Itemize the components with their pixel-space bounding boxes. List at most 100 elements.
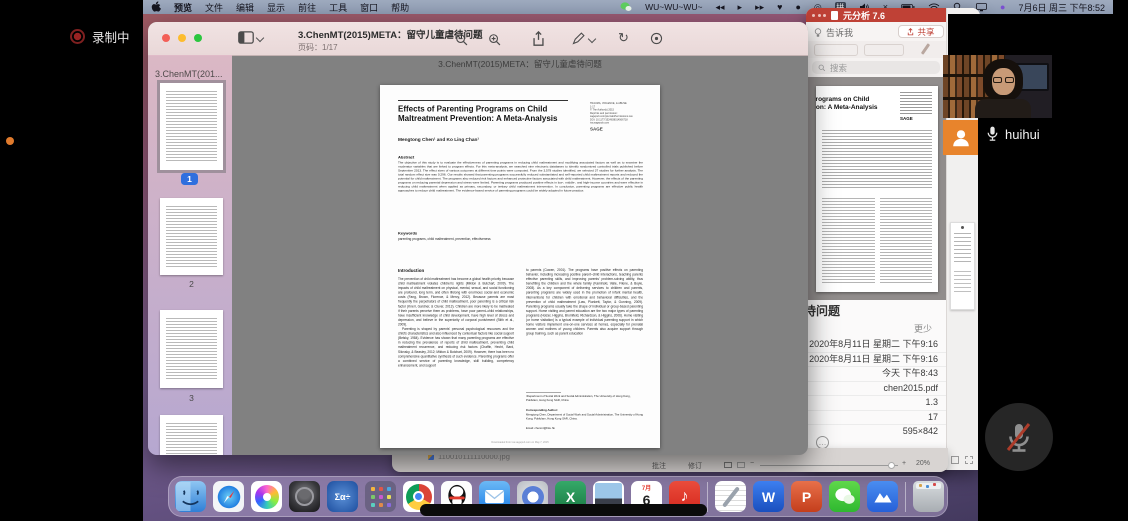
page-number-label: 2 — [160, 279, 223, 289]
dock-launchpad[interactable] — [365, 481, 396, 512]
mini-journal-block — [900, 92, 932, 114]
intro-paragraph-2: Parenting is shaped by parents' personal… — [398, 327, 514, 368]
page-thumbnail-1[interactable] — [160, 83, 223, 170]
lightbulb-icon — [814, 28, 822, 38]
search-icon — [818, 64, 826, 72]
media-play-icon[interactable]: ▸ — [738, 2, 743, 13]
word-window-controls[interactable] — [812, 14, 826, 17]
heart-icon[interactable]: ♥ — [777, 2, 782, 12]
word-tellme-row: 告诉我 共享 — [806, 22, 948, 42]
status-track-changes[interactable]: 修订 — [688, 461, 702, 471]
info-value-modified: 2020年8月11日 星期二 下午9:16 — [808, 352, 946, 367]
menu-go[interactable]: 前往 — [298, 1, 316, 14]
menu-file[interactable]: 文件 — [205, 1, 223, 14]
pane-expand-icon[interactable] — [965, 456, 973, 464]
purple-app-icon[interactable]: ● — [1000, 2, 1005, 12]
dock-divider — [905, 482, 906, 512]
menubar-clock[interactable]: 7月6日 周三 下午8:52 — [1018, 1, 1105, 14]
webcam-video — [943, 55, 1052, 118]
menu-preview[interactable]: 预览 — [174, 1, 192, 14]
dock-textedit[interactable] — [715, 481, 746, 512]
recording-indicator[interactable]: 录制中 — [70, 27, 130, 46]
corresponding-text: Mengtong Chen, Department of Social Work… — [526, 414, 643, 422]
show-less-link[interactable]: 更少 — [806, 322, 940, 335]
highlight-button[interactable] — [650, 32, 663, 45]
zoom-plus[interactable]: + — [902, 460, 906, 467]
tell-me-control[interactable]: 告诉我 — [814, 26, 853, 39]
person-icon — [950, 127, 972, 149]
page-number-label: 3 — [160, 393, 223, 403]
preview-window: 3.ChenMT(2015)META：留守儿童虐待问题 页码：1/17 ↻ — [148, 22, 808, 455]
sidebar-toggle-button[interactable] — [238, 31, 263, 44]
corresponding-heading: Corresponding Author: — [526, 409, 558, 412]
paper-title: Effects of Parenting Programs on Child M… — [398, 105, 583, 124]
zoom-out-button[interactable] — [455, 33, 469, 47]
info-rows: 2020年8月11日 星期二 下午9:16 2020年8月11日 星期二 下午9… — [808, 338, 946, 439]
paper-authors: Mengtong Chen¹ and Ko Ling Chan¹ — [398, 137, 479, 143]
document-icon — [831, 11, 838, 20]
status-circle-icon[interactable]: ● — [795, 2, 800, 12]
dock-safari[interactable] — [213, 481, 244, 512]
minimize-button[interactable] — [178, 34, 186, 42]
dock-divider — [707, 482, 708, 512]
recording-label: 录制中 — [92, 27, 130, 46]
sage-logo: SAGE — [590, 126, 644, 132]
wechat-menubar-icon[interactable] — [620, 2, 632, 12]
mini-column-2 — [880, 198, 932, 284]
menu-edit[interactable]: 编辑 — [236, 1, 254, 14]
page-thumbnail-4[interactable] — [160, 415, 223, 455]
close-button[interactable] — [162, 34, 170, 42]
dock-stats-app[interactable]: Σα÷ — [327, 481, 358, 512]
zoom-percentage: 20% — [916, 460, 930, 467]
rotate-button[interactable]: ↻ — [618, 30, 629, 46]
microphone-muted-button[interactable] — [985, 403, 1053, 471]
keywords-text: parenting programs, child maltreatment, … — [398, 237, 643, 242]
word-search-field[interactable]: 搜索 — [812, 61, 940, 74]
menu-view[interactable]: 显示 — [267, 1, 285, 14]
record-dot-icon — [70, 29, 85, 44]
view-web-layout-icon[interactable] — [737, 462, 745, 468]
mini-sage: SAGE — [900, 116, 913, 121]
dock-word[interactable]: W — [753, 481, 784, 512]
share-arrow-icon — [907, 28, 914, 36]
preview-toolbar: 3.ChenMT(2015)META：留守儿童虐待问题 页码：1/17 ↻ — [148, 22, 808, 56]
word-window-title: 元分析 7.6 — [843, 9, 885, 22]
zoom-window-button[interactable] — [194, 34, 202, 42]
apple-logo-icon[interactable] — [151, 1, 161, 13]
mini-abstract-lines — [822, 130, 932, 190]
ribbon-button[interactable] — [864, 44, 904, 56]
intro-column-2: to parents (Cowen, 2001). The programs h… — [526, 268, 643, 336]
dock-wechat[interactable] — [829, 481, 860, 512]
zoom-slider-knob[interactable] — [888, 462, 895, 469]
pdf-page-content: Effects of Parenting Programs on Child M… — [380, 85, 660, 448]
markup-button[interactable] — [572, 32, 595, 45]
media-next-icon[interactable]: ▸▸ — [755, 2, 764, 13]
page-thumbnail-3[interactable] — [160, 310, 223, 388]
view-print-layout-icon[interactable] — [724, 462, 732, 468]
thumbnail-sidebar: 3.ChenMT(201... 1 2 3 — [148, 55, 232, 455]
dock-powerpoint[interactable]: P — [791, 481, 822, 512]
dock-system-preferences[interactable] — [289, 481, 320, 512]
word-title-bar[interactable]: 元分析 7.6 — [806, 8, 948, 22]
menu-help[interactable]: 帮助 — [391, 1, 409, 14]
zoom-slider-track[interactable] — [760, 465, 898, 466]
dock-finder[interactable] — [175, 481, 206, 512]
zoom-in-button[interactable] — [488, 33, 502, 47]
dock-trash[interactable] — [913, 481, 944, 512]
ribbon-button[interactable] — [814, 44, 858, 56]
abstract-text: The objective of this study is to evalua… — [398, 161, 643, 193]
pane-tool-icon[interactable] — [951, 456, 959, 464]
share-button[interactable]: 共享 — [898, 25, 944, 38]
microphone-icon — [986, 126, 999, 142]
sidebar-icon — [238, 31, 254, 44]
dock-tencent-meeting[interactable] — [867, 481, 898, 512]
share-button[interactable] — [532, 31, 545, 47]
zoom-minus[interactable]: − — [750, 460, 754, 467]
media-previous-icon[interactable]: ◂◂ — [716, 2, 725, 13]
page-thumbnail-2[interactable] — [160, 198, 223, 275]
menu-window[interactable]: 窗口 — [360, 1, 378, 14]
status-comments[interactable]: 批注 — [652, 461, 666, 471]
menu-tools[interactable]: 工具 — [329, 1, 347, 14]
dock-photos[interactable] — [251, 481, 282, 512]
mini-column-1 — [822, 198, 875, 284]
